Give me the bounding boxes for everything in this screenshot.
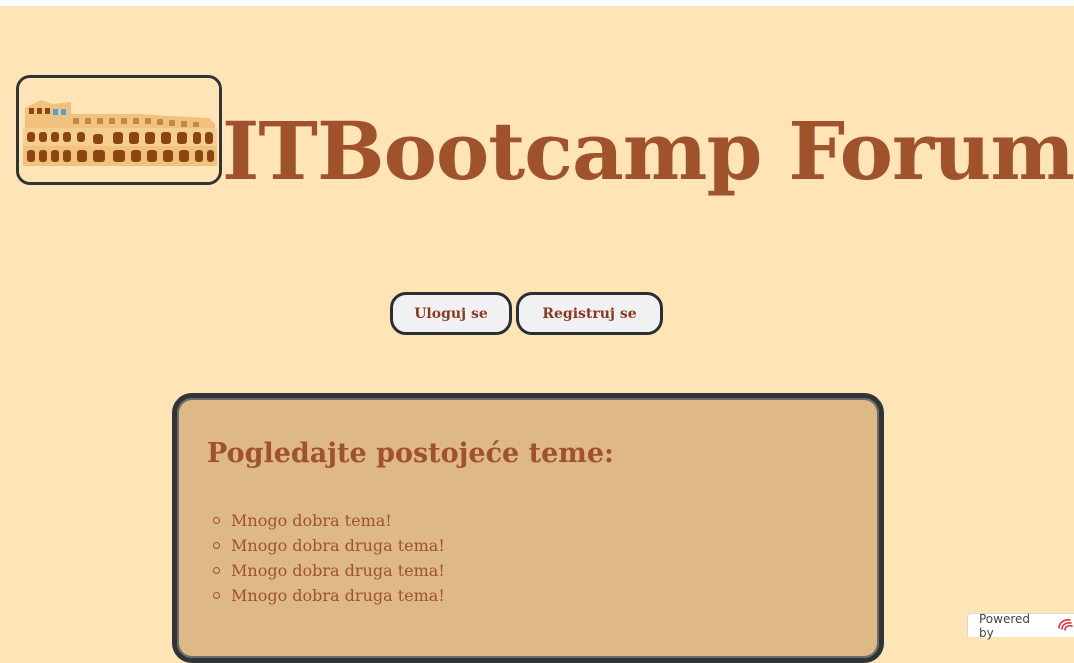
topic-link[interactable]: Mnogo dobra druga tema! <box>231 586 445 605</box>
powered-by-logo-icon <box>1056 618 1074 634</box>
topic-link[interactable]: Mnogo dobra druga tema! <box>231 561 445 580</box>
circle-bullet-icon <box>213 592 220 599</box>
topic-list-item[interactable]: Mnogo dobra druga tema! <box>213 583 445 608</box>
topics-panel: Pogledajte postojeće teme: Mnogo dobra t… <box>172 393 884 663</box>
powered-by-label: Powered by <box>979 611 1031 640</box>
topic-list-item[interactable]: Mnogo dobra tema! <box>213 508 445 533</box>
topics-heading: Pogledajte postojeće teme: <box>207 438 614 469</box>
colosseum-logo-icon <box>19 78 219 182</box>
topic-link[interactable]: Mnogo dobra druga tema! <box>231 536 445 555</box>
register-button[interactable]: Registruj se <box>516 292 663 335</box>
login-button[interactable]: Uloguj se <box>390 292 512 335</box>
powered-by-badge[interactable]: Powered by <box>967 611 1074 640</box>
topic-list-item[interactable]: Mnogo dobra druga tema! <box>213 533 445 558</box>
top-strip <box>0 0 1074 6</box>
circle-bullet-icon <box>213 517 220 524</box>
topic-link[interactable]: Mnogo dobra tema! <box>231 511 392 530</box>
topics-list: Mnogo dobra tema! Mnogo dobra druga tema… <box>213 508 445 608</box>
site-title: ITBootcamp Forum <box>222 104 1074 198</box>
circle-bullet-icon <box>213 542 220 549</box>
circle-bullet-icon <box>213 567 220 574</box>
site-logo[interactable] <box>16 75 222 185</box>
topic-list-item[interactable]: Mnogo dobra druga tema! <box>213 558 445 583</box>
